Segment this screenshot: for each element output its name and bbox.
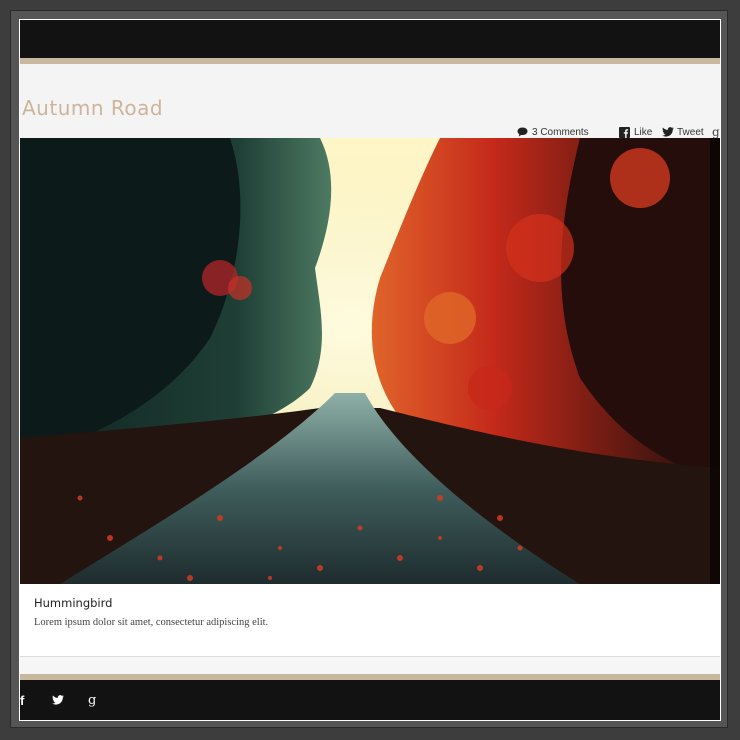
comments-link[interactable]: 3 Comments bbox=[517, 125, 589, 139]
page: Autumn Road 3 Comments Like Tweet g Humm… bbox=[20, 20, 720, 720]
facebook-like-button[interactable]: Like bbox=[619, 125, 652, 139]
like-label: Like bbox=[634, 126, 653, 138]
tweet-button[interactable]: Tweet bbox=[662, 125, 704, 139]
twitter-icon[interactable] bbox=[52, 693, 64, 708]
facebook-icon[interactable]: f bbox=[20, 693, 24, 708]
photo-caption: Hummingbird Lorem ipsum dolor sit amet, … bbox=[20, 584, 720, 656]
twitter-bird-glyph bbox=[52, 695, 64, 705]
google-plus-icon: g bbox=[712, 125, 720, 139]
caption-divider bbox=[20, 656, 720, 657]
caption-text: Lorem ipsum dolor sit amet, consectetur … bbox=[34, 617, 269, 628]
comments-count: 3 Comments bbox=[532, 126, 589, 138]
tweet-label: Tweet bbox=[677, 126, 704, 138]
comment-icon bbox=[517, 127, 528, 137]
footer-bar: f g bbox=[20, 680, 720, 720]
caption-title: Hummingbird bbox=[34, 596, 113, 610]
twitter-bird-icon bbox=[662, 127, 674, 137]
post-header: Autumn Road 3 Comments Like Tweet g bbox=[20, 64, 720, 139]
facebook-icon bbox=[619, 126, 630, 138]
post-title[interactable]: Autumn Road bbox=[22, 96, 163, 120]
googleplus-button[interactable]: g bbox=[712, 125, 720, 139]
autumn-road-photo bbox=[20, 138, 720, 584]
google-plus-icon[interactable]: g bbox=[88, 693, 96, 708]
top-bar bbox=[20, 20, 720, 58]
autumn-road-image bbox=[20, 138, 720, 584]
